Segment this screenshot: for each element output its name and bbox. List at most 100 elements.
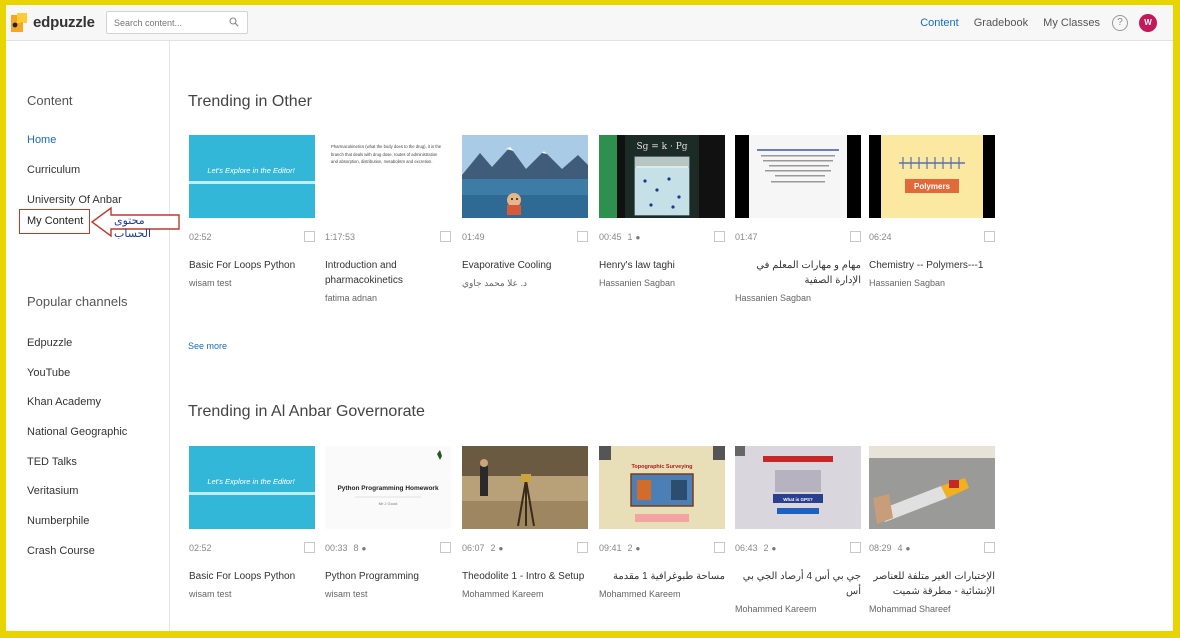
video-author[interactable]: Hassanien Sagban <box>869 278 995 288</box>
video-meta: 01:47 <box>735 229 861 245</box>
video-thumbnail[interactable] <box>735 135 861 218</box>
video-title[interactable]: Introduction and pharmacokinetics <box>325 258 451 288</box>
video-thumbnail[interactable]: Topographic Surveying <box>599 446 725 529</box>
video-thumbnail[interactable]: Let's Explore in the Editor! <box>189 135 315 218</box>
video-card[interactable]: What is GPS? 06:43 2 ● جي بي أس 4 أرصاد … <box>735 446 861 614</box>
select-checkbox[interactable] <box>714 231 725 242</box>
video-thumbnail[interactable] <box>462 446 588 529</box>
sidebar-item-curriculum[interactable]: Curriculum <box>27 164 80 176</box>
question-marker-icon: ● <box>771 543 777 553</box>
nav-my-classes[interactable]: My Classes <box>1043 17 1100 29</box>
select-checkbox[interactable] <box>850 231 861 242</box>
video-card[interactable]: 01:47 مهام و مهارات المعلم في الإدارة ال… <box>735 135 861 303</box>
select-checkbox[interactable] <box>984 231 995 242</box>
video-thumbnail[interactable]: What is GPS? <box>735 446 861 529</box>
video-title[interactable]: Henry's law taghi <box>599 258 725 273</box>
video-meta: 02:52 <box>189 540 315 556</box>
video-thumbnail[interactable]: Polymers <box>869 135 995 218</box>
select-checkbox[interactable] <box>714 542 725 553</box>
channel-numberphile[interactable]: Numberphile <box>27 515 89 527</box>
thumb-caption: Python Programming Homework <box>337 485 439 492</box>
video-thumbnail[interactable]: Sg = k · Pg <box>599 135 725 218</box>
video-title[interactable]: مساحة طبوغرافية 1 مقدمة <box>599 569 725 584</box>
video-card[interactable]: 08:29 4 ● الإختبارات الغير متلفة للعناصر… <box>869 446 995 614</box>
select-checkbox[interactable] <box>984 542 995 553</box>
video-title[interactable]: جي بي أس 4 أرصاد الجي بي أس <box>735 569 861 599</box>
nav-gradebook[interactable]: Gradebook <box>974 17 1028 29</box>
video-title[interactable]: Evaporative Cooling <box>462 258 588 273</box>
select-checkbox[interactable] <box>304 231 315 242</box>
sidebar-item-home[interactable]: Home <box>27 134 56 146</box>
video-author[interactable]: Hassanien Sagban <box>735 293 861 303</box>
channel-ted-talks[interactable]: TED Talks <box>27 456 77 468</box>
video-author[interactable]: wisam test <box>325 589 451 599</box>
channel-national-geographic[interactable]: National Geographic <box>27 426 127 438</box>
video-duration: 1:17:53 <box>325 232 356 242</box>
video-thumbnail[interactable]: Pharmacokinetics (what the body does to … <box>325 135 451 218</box>
video-card[interactable]: 01:49 Evaporative Cooling د. علا محمد جا… <box>462 135 588 289</box>
video-thumbnail[interactable]: Let's Explore in the Editor! <box>189 446 315 529</box>
video-thumbnail[interactable] <box>869 446 995 529</box>
video-card[interactable]: Polymers 06:24 Chemistry -- Polymers---1… <box>869 135 995 288</box>
video-card[interactable]: Pharmacokinetics (what the body does to … <box>325 135 451 303</box>
select-checkbox[interactable] <box>577 231 588 242</box>
video-author[interactable]: Mohammed Kareem <box>462 589 588 599</box>
video-card[interactable]: 06:07 2 ● Theodolite 1 - Intro & Setup M… <box>462 446 588 599</box>
video-title[interactable]: Chemistry -- Polymers---1 <box>869 258 995 273</box>
video-author[interactable]: د. علا محمد جاوي <box>462 278 588 289</box>
video-title[interactable]: Basic For Loops Python <box>189 258 315 273</box>
video-meta: 08:29 4 ● <box>869 540 995 556</box>
video-author[interactable]: wisam test <box>189 278 315 288</box>
video-meta: 00:33 8 ● <box>325 540 451 556</box>
avatar[interactable]: W <box>1139 14 1157 32</box>
select-checkbox[interactable] <box>577 542 588 553</box>
video-thumbnail[interactable] <box>462 135 588 218</box>
select-checkbox[interactable] <box>850 542 861 553</box>
search-box[interactable] <box>106 11 248 34</box>
sidebar-item-university-of-anbar[interactable]: University Of Anbar <box>27 194 122 206</box>
video-meta: 01:49 <box>462 229 588 245</box>
thumb-caption: Let's Explore in the Editor! <box>207 477 295 486</box>
see-more-link[interactable]: See more <box>188 341 227 351</box>
video-duration: 00:33 <box>325 543 348 553</box>
channel-crash-course[interactable]: Crash Course <box>27 545 95 557</box>
channel-youtube[interactable]: YouTube <box>27 367 70 379</box>
video-title[interactable]: Python Programming <box>325 569 451 584</box>
video-thumbnail[interactable]: Python Programming Homework Mr J Good <box>325 446 451 529</box>
video-author[interactable]: wisam test <box>189 589 315 599</box>
video-author[interactable]: fatima adnan <box>325 293 451 303</box>
video-author[interactable]: Hassanien Sagban <box>599 278 725 288</box>
help-icon[interactable]: ? <box>1112 15 1128 31</box>
nav-content[interactable]: Content <box>920 17 959 29</box>
video-title[interactable]: الإختبارات الغير متلفة للعناصر الإنشائية… <box>869 569 995 599</box>
video-author[interactable]: Mohammad Shareef <box>869 604 995 614</box>
video-card[interactable]: Let's Explore in the Editor! 02:52 Basic… <box>189 135 315 288</box>
video-card[interactable]: Sg = k · Pg 00:45 1 ● Henry's law taghi … <box>599 135 725 288</box>
channel-veritasium[interactable]: Veritasium <box>27 485 78 497</box>
search-input[interactable] <box>107 12 217 33</box>
video-title[interactable]: Basic For Loops Python <box>189 569 315 584</box>
video-title[interactable]: Theodolite 1 - Intro & Setup <box>462 569 588 584</box>
video-meta: 1:17:53 <box>325 229 451 245</box>
video-card[interactable]: Let's Explore in the Editor! 02:52 Basic… <box>189 446 315 599</box>
video-author[interactable]: Mohammed Kareem <box>599 589 725 599</box>
video-duration: 01:49 <box>462 232 485 242</box>
video-card[interactable]: Topographic Surveying 09:41 2 ● مساحة طب… <box>599 446 725 599</box>
search-icon[interactable] <box>229 17 239 27</box>
channel-edpuzzle[interactable]: Edpuzzle <box>27 337 72 349</box>
video-author[interactable]: Mohammed Kareem <box>735 604 861 614</box>
video-card[interactable]: Python Programming Homework Mr J Good 00… <box>325 446 451 599</box>
sidebar-item-my-content[interactable]: My Content <box>19 209 90 234</box>
edpuzzle-logo[interactable]: edpuzzle <box>8 11 95 33</box>
select-checkbox[interactable] <box>304 542 315 553</box>
video-title[interactable]: مهام و مهارات المعلم في الإدارة الصفية <box>735 258 861 288</box>
select-checkbox[interactable] <box>440 542 451 553</box>
video-duration: 06:07 <box>462 543 485 553</box>
thumb-caption: Sg = k · Pg <box>636 142 687 152</box>
video-meta: 09:41 2 ● <box>599 540 725 556</box>
select-checkbox[interactable] <box>440 231 451 242</box>
section-title-trending-other: Trending in Other <box>188 93 312 110</box>
video-duration: 08:29 <box>869 543 892 553</box>
channel-khan-academy[interactable]: Khan Academy <box>27 396 101 408</box>
sidebar-channels-heading: Popular channels <box>27 294 128 309</box>
